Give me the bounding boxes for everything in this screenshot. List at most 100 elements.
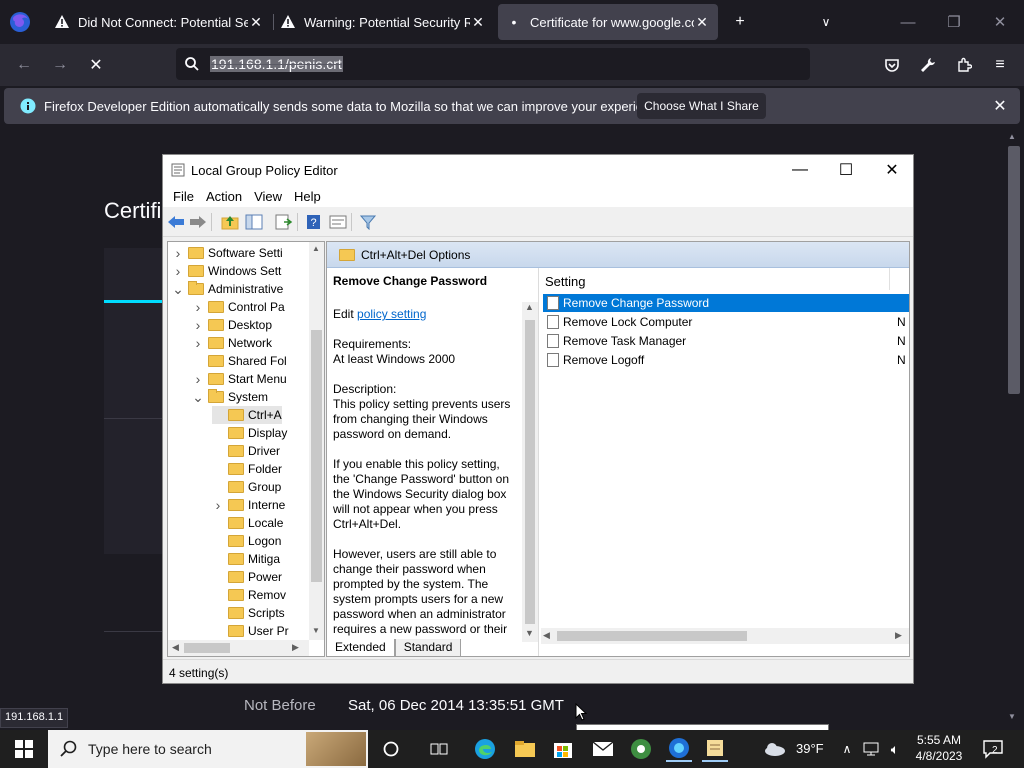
firefox-logo-icon[interactable] (8, 10, 32, 34)
tree-item[interactable]: Logon (212, 532, 281, 550)
tree-item[interactable]: › Windows Sett (172, 262, 282, 280)
tree-vertical-scrollbar[interactable]: ▲ ▼ (309, 242, 324, 640)
tree-item[interactable]: ⌄ System (192, 388, 268, 406)
back-arrow-icon[interactable] (167, 214, 185, 230)
tree-horizontal-scrollbar[interactable]: ◀ ▶ (168, 640, 309, 656)
setting-row[interactable]: Remove Task Manager N (543, 332, 909, 350)
task-view-icon[interactable] (426, 736, 452, 762)
tree-item[interactable]: ⌄ Administrative (172, 280, 283, 298)
url-bar[interactable]: 191.168.1.1/penis.crt (176, 48, 810, 80)
tree-item[interactable]: Display (212, 424, 287, 442)
chevron-right-icon[interactable]: › (212, 497, 224, 513)
tab-certificate[interactable]: • Certificate for www.google.com ✕ (498, 4, 718, 40)
tree-item[interactable]: › Interne (212, 496, 286, 514)
minimize-button[interactable]: — (888, 8, 928, 36)
chevron-right-icon[interactable]: › (192, 317, 204, 333)
menu-file[interactable]: File (167, 185, 200, 207)
setting-row[interactable]: Remove Lock Computer N (543, 313, 909, 331)
close-notification-icon[interactable]: ✕ (986, 92, 1014, 120)
tree-hscroll-thumb[interactable] (184, 643, 230, 653)
taskbar-search-box[interactable]: Type here to search (48, 730, 368, 768)
setting-row[interactable]: Remove Logoff N (543, 351, 909, 369)
page-scrollbar-thumb[interactable] (1008, 146, 1020, 394)
tree-item[interactable]: Power (212, 568, 282, 586)
pocket-icon[interactable] (878, 51, 906, 79)
back-button[interactable]: ← (10, 51, 38, 79)
store-icon[interactable] (550, 736, 576, 762)
export-list-icon[interactable] (275, 214, 293, 230)
tree-item[interactable]: Scripts (212, 604, 285, 622)
tab-did-not-connect[interactable]: Did Not Connect: Potential Sec ✕ (46, 4, 272, 40)
tree-item[interactable]: Remov (212, 586, 286, 604)
close-window-button[interactable]: ✕ (980, 8, 1020, 36)
window-titlebar[interactable]: Local Group Policy Editor — ☐ ✕ (163, 155, 913, 185)
chrome-dev-icon[interactable] (628, 736, 654, 762)
description-scrollbar-thumb[interactable] (525, 320, 535, 624)
list-all-tabs-button[interactable]: ∨ (812, 8, 840, 36)
properties-icon[interactable] (329, 214, 347, 230)
chevron-right-icon[interactable]: › (192, 299, 204, 315)
forward-arrow-icon[interactable] (189, 214, 207, 230)
tree-item[interactable]: › Software Setti (172, 244, 283, 262)
chevron-right-icon[interactable]: › (172, 263, 184, 279)
chevron-right-icon[interactable]: › (192, 335, 204, 351)
setting-row[interactable]: Remove Change Password (543, 294, 909, 312)
page-scrollbar[interactable]: ▲ ▼ (1006, 128, 1024, 728)
network-icon[interactable] (858, 736, 884, 762)
start-button[interactable] (0, 730, 48, 768)
tree-item[interactable]: › Desktop (192, 316, 272, 334)
menu-help[interactable]: Help (288, 185, 327, 207)
close-tab-icon[interactable]: ✕ (470, 14, 486, 31)
filter-icon[interactable] (359, 214, 377, 230)
close-tab-icon[interactable]: ✕ (248, 14, 264, 31)
tab-warning[interactable]: Warning: Potential Security Risk ✕ (272, 4, 494, 40)
temperature[interactable]: 39°F (796, 741, 824, 756)
tree-item[interactable]: Locale (212, 514, 283, 532)
stop-button[interactable]: ✕ (82, 51, 110, 79)
chevron-down-icon[interactable]: ⌄ (172, 281, 184, 298)
help-icon[interactable]: ? (305, 214, 323, 230)
firefox-dev-taskbar-icon[interactable] (666, 736, 692, 762)
clock[interactable]: 5:55 AM 4/8/2023 (908, 732, 970, 764)
wrench-icon[interactable] (914, 51, 942, 79)
setting-column-header[interactable]: Setting (545, 274, 585, 289)
new-tab-button[interactable]: + (726, 8, 754, 36)
notification-center-icon[interactable]: 2 (980, 736, 1006, 762)
chevron-down-icon[interactable]: ⌄ (192, 389, 204, 406)
mail-icon[interactable] (590, 736, 616, 762)
tree-item[interactable]: Driver (212, 442, 280, 460)
extensions-icon[interactable] (950, 51, 978, 79)
tab-extended[interactable]: Extended (326, 639, 395, 657)
tree-item[interactable]: › Control Pa (192, 298, 285, 316)
choose-what-i-share-button[interactable]: Choose What I Share (637, 93, 766, 119)
url-text[interactable]: 191.168.1.1/penis.crt (210, 56, 343, 72)
tree-item[interactable]: › Network (192, 334, 272, 352)
tab-standard[interactable]: Standard (394, 639, 462, 657)
close-tab-icon[interactable]: ✕ (694, 14, 710, 31)
menu-action[interactable]: Action (200, 185, 248, 207)
tree-item[interactable]: Group (212, 478, 281, 496)
tree-item[interactable]: Folder (212, 460, 282, 478)
policy-editor-taskbar-icon[interactable] (702, 736, 728, 762)
description-scrollbar[interactable]: ▲ ▼ (522, 302, 538, 642)
menu-view[interactable]: View (248, 185, 288, 207)
show-hidden-icons-chevron[interactable]: ∧ (834, 736, 860, 762)
chevron-right-icon[interactable]: › (172, 245, 184, 261)
restore-button[interactable]: ❐ (934, 8, 974, 36)
tree-item[interactable]: Mitiga (212, 550, 280, 568)
tree-scrollbar-thumb[interactable] (311, 330, 322, 582)
minimize-button[interactable]: — (777, 155, 823, 185)
tree-item[interactable]: › Start Menu (192, 370, 287, 388)
maximize-button[interactable]: ☐ (823, 155, 869, 185)
show-hide-tree-icon[interactable] (245, 214, 263, 230)
cortana-icon[interactable] (378, 736, 404, 762)
file-explorer-icon[interactable] (512, 736, 538, 762)
policy-setting-link[interactable]: policy setting (357, 307, 426, 321)
tree-item[interactable]: User Pr (212, 622, 289, 640)
up-folder-icon[interactable] (221, 214, 239, 230)
tree-item[interactable]: Shared Fol (192, 352, 287, 370)
volume-icon[interactable]: 🔈︎ (882, 736, 908, 762)
close-button[interactable]: ✕ (869, 155, 915, 185)
edge-icon[interactable] (472, 736, 498, 762)
chevron-right-icon[interactable]: › (192, 371, 204, 387)
